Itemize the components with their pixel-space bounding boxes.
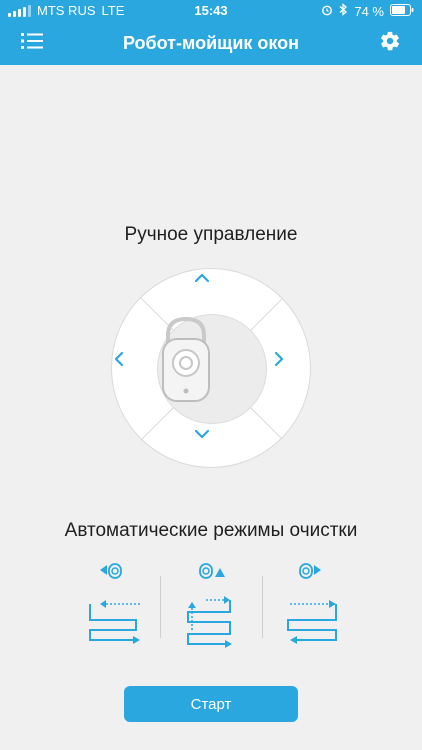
battery-label: 74 % bbox=[354, 3, 384, 19]
page-title: Робот-мойщик окон bbox=[122, 33, 300, 53]
gear-icon bbox=[379, 30, 401, 57]
move-left-button[interactable] bbox=[114, 351, 150, 387]
start-button[interactable]: Старт bbox=[124, 686, 298, 722]
hamburger-list-icon bbox=[21, 32, 43, 55]
move-down-button[interactable] bbox=[194, 429, 230, 465]
move-up-button[interactable] bbox=[194, 273, 230, 309]
move-right-button[interactable] bbox=[274, 351, 310, 387]
direction-pad bbox=[111, 268, 311, 468]
robot-left-arrow-icon bbox=[80, 563, 160, 656]
mode-up-start[interactable] bbox=[178, 562, 258, 652]
menu-button[interactable] bbox=[10, 22, 54, 65]
mode-separator bbox=[160, 576, 161, 638]
settings-button[interactable] bbox=[368, 22, 412, 65]
robot-center-button[interactable] bbox=[157, 314, 267, 424]
manual-control-heading: Ручное управление bbox=[124, 224, 298, 245]
app-header: Робот-мойщик окон bbox=[0, 22, 422, 65]
mode-left-start[interactable] bbox=[80, 562, 160, 652]
auto-modes-heading: Автоматические режимы очистки bbox=[64, 520, 358, 541]
mode-right-start[interactable] bbox=[280, 562, 360, 652]
app-screen: MTS RUS LTE 15:43 74 % Робот-мойщик окон… bbox=[0, 0, 422, 750]
robot-right-arrow-icon bbox=[280, 563, 360, 656]
robot-up-arrow-icon bbox=[178, 563, 258, 656]
alarm-icon bbox=[321, 4, 333, 19]
bluetooth-icon bbox=[339, 3, 348, 19]
auto-modes-list bbox=[70, 562, 360, 652]
status-bar: MTS RUS LTE 15:43 74 % bbox=[0, 0, 422, 22]
status-right: 74 % bbox=[321, 3, 414, 19]
battery-icon bbox=[390, 3, 414, 19]
mode-separator bbox=[262, 576, 263, 638]
